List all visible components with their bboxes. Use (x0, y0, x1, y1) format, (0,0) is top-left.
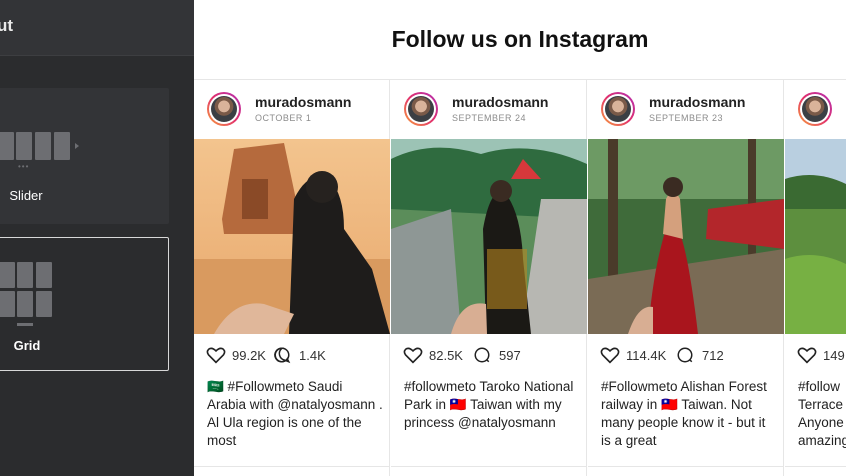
post-card[interactable]: muradosmann SEPTEMBER 23 114.4K 712 #Fol… (588, 80, 784, 476)
post-date: SEPTEMBER 24 (452, 113, 527, 123)
post-caption[interactable]: #follow Terrace Anyone amazing (798, 378, 846, 450)
comment-icon[interactable] (676, 346, 694, 364)
layout-label-grid: Grid (13, 338, 41, 353)
like-count: 149 (823, 348, 845, 363)
avatar[interactable] (798, 92, 832, 126)
layout-label-slider: Slider (9, 188, 43, 203)
heart-icon[interactable] (600, 346, 620, 364)
divider (588, 466, 784, 467)
like-count: 82.5K (429, 348, 463, 363)
layout-option-grid[interactable]: Grid (0, 237, 169, 371)
slider-dots-icon: ••• (18, 162, 30, 171)
post-caption[interactable]: #Followmeto Alishan Forest railway in 🇹🇼… (601, 378, 777, 450)
like-count: 99.2K (232, 348, 266, 363)
avatar[interactable] (404, 92, 438, 126)
post-date: SEPTEMBER 23 (649, 113, 724, 123)
post-caption[interactable]: 🇸🇦 #Followmeto Saudi Arabia with @nataly… (207, 378, 383, 450)
post-photo[interactable] (194, 139, 390, 334)
comment-icon[interactable] (273, 346, 291, 364)
layout-panel: ut ••• Slider Grid (0, 0, 194, 476)
comment-count: 712 (702, 348, 724, 363)
comment-icon[interactable] (473, 346, 491, 364)
post-username[interactable]: muradosmann (452, 94, 548, 110)
post-username[interactable]: muradosmann (649, 94, 745, 110)
slider-arrow-icon (75, 143, 79, 149)
post-card[interactable]: muradosmann OCTOBER 1 99.2K 1.4K 🇸🇦 #Fol… (194, 80, 390, 476)
grid-bar-icon (17, 323, 33, 326)
heart-icon[interactable] (206, 346, 226, 364)
post-photo[interactable] (588, 139, 784, 334)
comment-count: 597 (499, 348, 521, 363)
post-photo[interactable] (391, 139, 587, 334)
divider (194, 466, 390, 467)
post-username[interactable]: muradosmann (255, 94, 351, 110)
avatar[interactable] (601, 92, 635, 126)
layout-option-slider[interactable]: ••• Slider (0, 88, 169, 224)
avatar[interactable] (207, 92, 241, 126)
post-card[interactable]: muradosmann SEPTEMBER 24 82.5K 597 #foll… (391, 80, 587, 476)
divider (785, 466, 846, 467)
feed-title: Follow us on Instagram (391, 26, 649, 52)
panel-title: ut (0, 16, 14, 35)
like-count: 114.4K (626, 348, 667, 363)
post-caption[interactable]: #followmeto Taroko National Park in 🇹🇼 T… (404, 378, 580, 432)
heart-icon[interactable] (797, 346, 817, 364)
post-card[interactable]: 149 #follow Terrace Anyone amazing (785, 80, 846, 476)
post-date: OCTOBER 1 (255, 113, 312, 123)
panel-header: ut (0, 0, 194, 56)
divider (391, 466, 587, 467)
instagram-feed: Follow us on Instagram muradosmann OCTOB… (194, 0, 846, 476)
comment-count: 1.4K (299, 348, 326, 363)
post-photo[interactable] (785, 139, 846, 334)
heart-icon[interactable] (403, 346, 423, 364)
